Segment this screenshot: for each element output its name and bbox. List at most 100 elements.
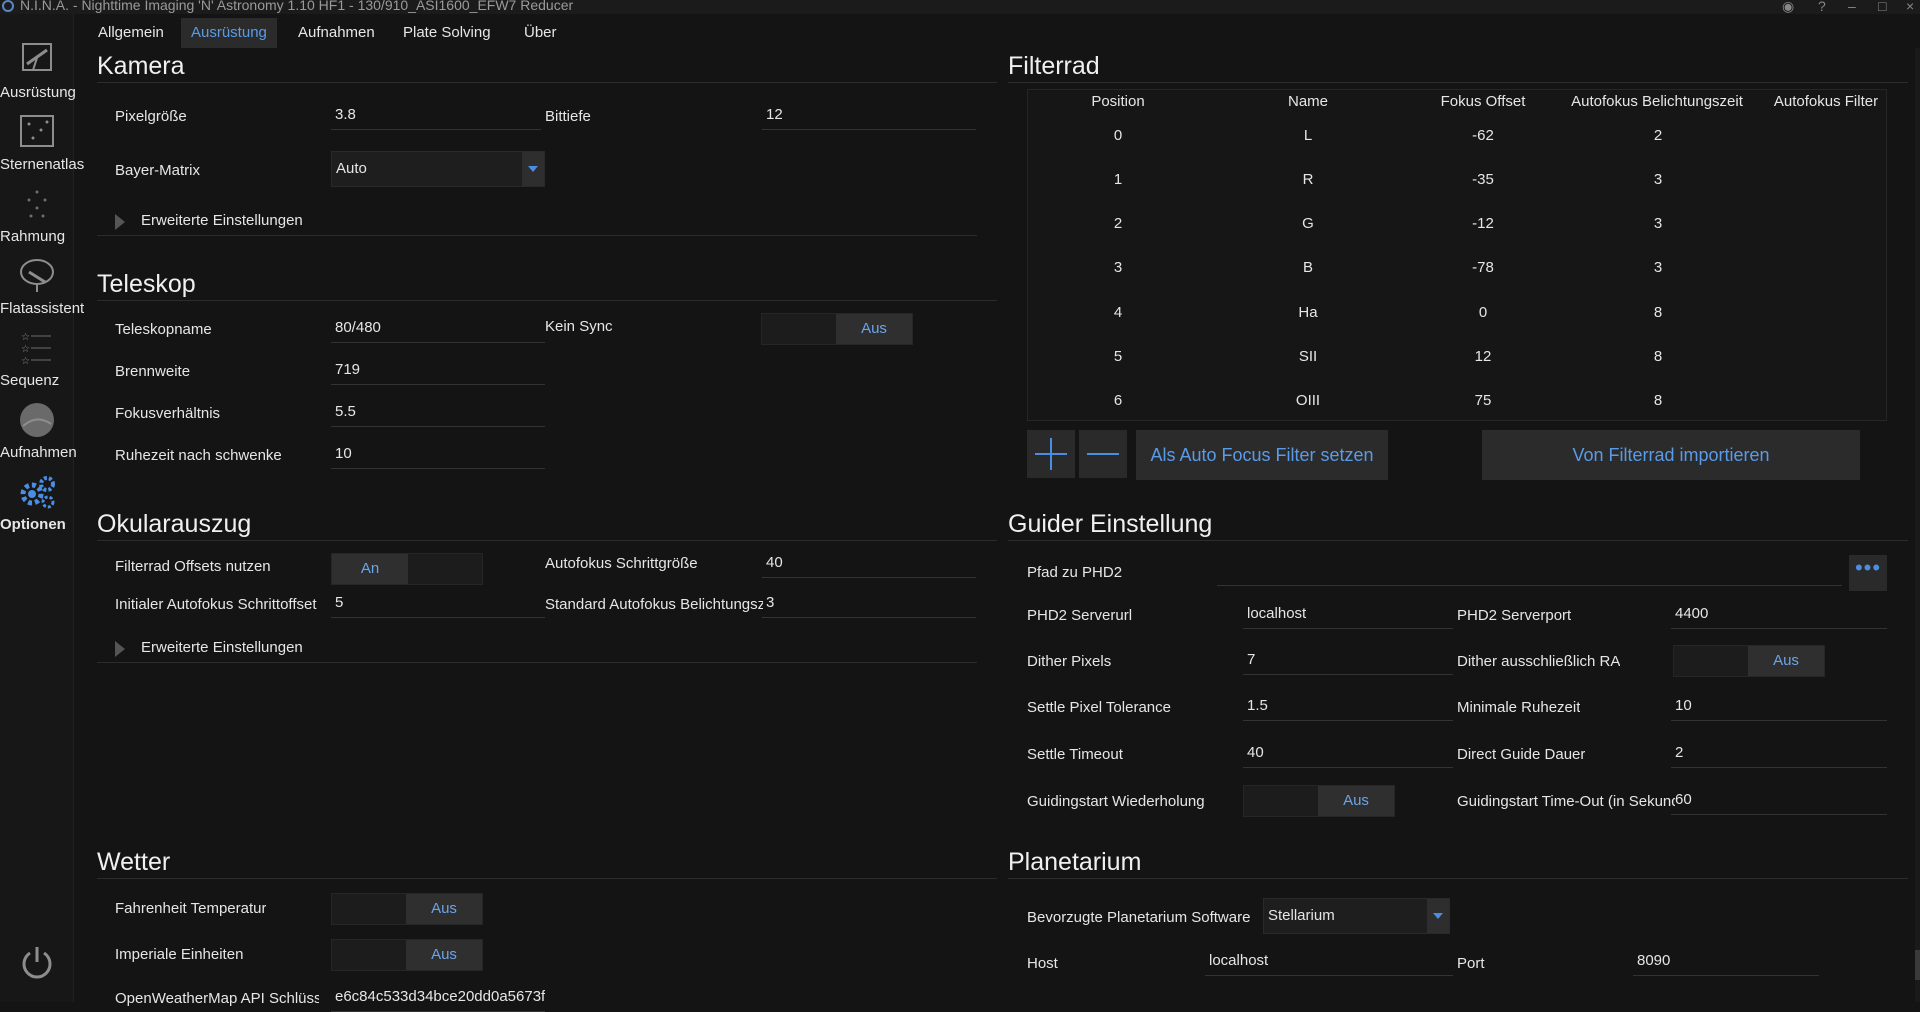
bittiefe-input[interactable]: 12 (762, 104, 976, 130)
scrollbar[interactable] (1915, 48, 1920, 1002)
pixelgroesse-input[interactable]: 3.8 (331, 104, 541, 130)
column-header-name[interactable]: Name (1228, 93, 1388, 110)
tab-plate-solving[interactable]: Plate Solving (393, 18, 501, 48)
bayer-matrix-select[interactable]: Auto (331, 151, 545, 187)
guiding-timeout-input[interactable]: 60 (1671, 789, 1887, 815)
phd2-serverurl-input[interactable]: localhost (1243, 603, 1453, 629)
maximize-icon[interactable]: □ (1878, 0, 1886, 14)
api-key-input[interactable]: e6c84c533d34bce20dd0a5673f (331, 986, 545, 1012)
phd2-serverport-input[interactable]: 4400 (1671, 603, 1887, 629)
sidebar-item-optionen[interactable]: Optionen (0, 472, 74, 533)
remove-filter-button[interactable] (1079, 430, 1127, 478)
more-icon: ••• (1854, 555, 1882, 580)
tab-allgemein[interactable]: Allgemein (88, 18, 174, 48)
cell-fokus-offset: -12 (1472, 215, 1494, 232)
dither-ra-toggle[interactable]: Aus (1673, 645, 1825, 677)
tab-ausruestung[interactable]: Ausrüstung (181, 18, 277, 48)
column-header-af-belichtungszeit[interactable]: Autofokus Belichtungszeit (1542, 93, 1772, 110)
planetarium-software-label: Bevorzugte Planetarium Software (1027, 909, 1251, 926)
minimize-icon[interactable]: – (1848, 0, 1856, 14)
cell-name: SII (1298, 348, 1318, 365)
host-label: Host (1027, 955, 1058, 972)
help-icon[interactable]: ? (1818, 0, 1826, 14)
teleskopname-input[interactable]: 80/480 (331, 317, 545, 343)
gear-icon (20, 476, 55, 509)
divider (97, 300, 997, 301)
port-input[interactable]: 8090 (1633, 950, 1819, 976)
fahrenheit-toggle[interactable]: Aus (331, 893, 483, 925)
sidebar-item-sequenz[interactable]: ☆ ☆ ☆ Sequenz (0, 328, 74, 389)
settle-tolerance-input[interactable]: 1.5 (1243, 695, 1453, 721)
kamera-erweitert-expander[interactable]: Erweiterte Einstellungen (97, 208, 977, 236)
filterrad-offsets-toggle[interactable]: An (331, 553, 483, 585)
imaging-icon (20, 403, 54, 437)
scrollbar-thumb[interactable] (1915, 950, 1920, 980)
dither-pixels-input[interactable]: 7 (1243, 649, 1453, 675)
ruhezeit-input[interactable]: 10 (331, 443, 545, 469)
app-logo-icon (2, 0, 14, 12)
settle-timeout-input[interactable]: 40 (1243, 742, 1453, 768)
tab-aufnahmen[interactable]: Aufnahmen (288, 18, 385, 48)
planetarium-software-select[interactable]: Stellarium (1263, 898, 1450, 934)
brennweite-input[interactable]: 719 (331, 359, 545, 385)
divider (97, 540, 997, 541)
column-header-position[interactable]: Position (1068, 93, 1168, 110)
cell-position: 1 (1113, 171, 1123, 188)
phd2-path-label: Pfad zu PHD2 (1027, 564, 1123, 581)
port-label: Port (1457, 955, 1485, 972)
close-icon[interactable]: × (1906, 0, 1914, 14)
cell-position: 2 (1113, 215, 1123, 232)
phd2-serverport-label: PHD2 Serverport (1457, 607, 1572, 624)
add-filter-button[interactable] (1027, 430, 1075, 478)
tab-ueber[interactable]: Über (514, 18, 567, 48)
cell-fokus-offset: -62 (1472, 127, 1494, 144)
fokusverhaeltnis-input[interactable]: 5.5 (331, 401, 545, 427)
host-input[interactable]: localhost (1205, 950, 1453, 976)
minus-icon (1087, 453, 1119, 455)
phd2-path-input[interactable] (1217, 560, 1842, 586)
af-belichtung-input[interactable]: 3 (762, 592, 976, 618)
filter-table[interactable]: Position Name Fokus Offset Autofokus Bel… (1027, 89, 1887, 421)
sidebar-item-ausruestung[interactable]: Ausrüstung (0, 40, 76, 101)
af-schrittoffset-label: Initialer Autofokus Schrittoffset (115, 596, 317, 613)
svg-text:☆: ☆ (21, 344, 30, 355)
sidebar-item-rahmung[interactable]: Rahmung (0, 184, 74, 245)
cell-name: OIII (1295, 392, 1321, 409)
sidebar-item-sternenatlas[interactable]: Sternenatlas (0, 112, 84, 173)
column-header-fokus-offset[interactable]: Fokus Offset (1403, 93, 1563, 110)
sidebar-item-aufnahmen[interactable]: Aufnahmen (0, 400, 77, 461)
guiding-wiederholung-toggle[interactable]: Aus (1243, 785, 1395, 817)
cell-af-belichtungszeit: 3 (1653, 215, 1663, 232)
star-map-icon (20, 115, 54, 147)
divider (1008, 878, 1908, 879)
teleskopname-label: Teleskopname (115, 321, 212, 338)
cell-name: Ha (1298, 304, 1318, 321)
telescope-icon (22, 43, 52, 71)
cell-position: 5 (1113, 348, 1123, 365)
column-header-af-filter[interactable]: Autofokus Filter (1746, 93, 1906, 110)
sidebar-item-flatassistent[interactable]: Flatassistent (0, 256, 84, 317)
imperial-toggle[interactable]: Aus (331, 939, 483, 971)
eye-icon[interactable]: ◉ (1782, 0, 1794, 15)
kein-sync-toggle[interactable]: Aus (761, 313, 913, 345)
filterrad-offsets-label: Filterrad Offsets nutzen (115, 558, 271, 575)
toggle-state: Aus (1748, 646, 1824, 676)
import-from-filterwheel-button[interactable]: Von Filterrad importieren (1482, 430, 1860, 480)
cell-af-belichtungszeit: 3 (1653, 171, 1663, 188)
section-title-planetarium: Planetarium (1008, 848, 1142, 876)
dither-ra-label: Dither ausschließlich RA (1457, 653, 1621, 670)
okular-erweitert-expander[interactable]: Erweiterte Einstellungen (97, 635, 977, 663)
browse-button[interactable]: ••• (1849, 555, 1887, 591)
toggle-state: Aus (406, 940, 482, 970)
sidebar-item-label: Aufnahmen (0, 444, 77, 461)
af-schrittoffset-input[interactable]: 5 (331, 592, 545, 618)
af-schrittgroesse-input[interactable]: 40 (762, 552, 976, 578)
min-ruhezeit-input[interactable]: 10 (1671, 695, 1887, 721)
power-icon[interactable] (18, 944, 56, 982)
fokusverhaeltnis-label: Fokusverhältnis (115, 405, 221, 422)
af-belichtung-label: Standard Autofokus Belichtungszeit (545, 596, 763, 613)
api-key-label: OpenWeatherMap API Schlüssel (115, 990, 319, 1007)
direct-guide-input[interactable]: 2 (1671, 742, 1887, 768)
sidebar-item-label: Rahmung (0, 228, 66, 245)
set-af-filter-button[interactable]: Als Auto Focus Filter setzen (1136, 430, 1388, 480)
